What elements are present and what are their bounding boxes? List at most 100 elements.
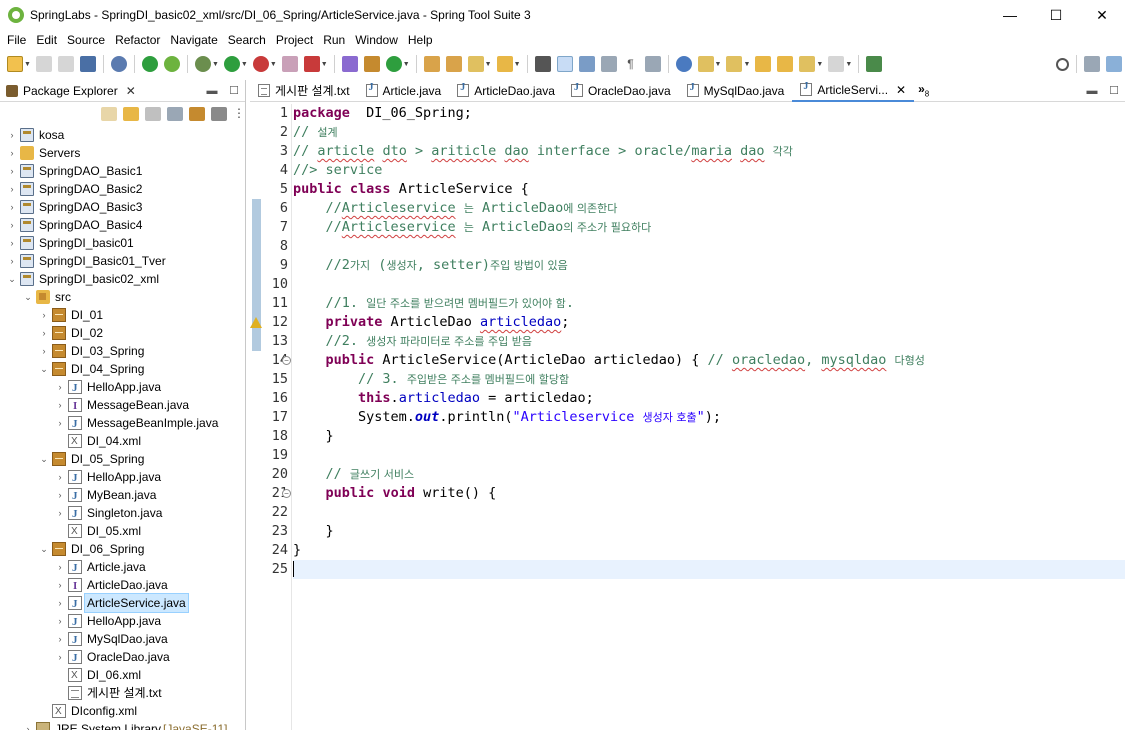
dropdown-arrow-icon[interactable]: ▼ xyxy=(24,61,31,68)
toggle-breadcrumb-icon[interactable] xyxy=(534,56,551,72)
dropdown-arrow-icon[interactable]: ▼ xyxy=(321,61,328,68)
menu-edit[interactable]: Edit xyxy=(31,30,62,50)
collapsed-arrow-icon[interactable]: › xyxy=(54,576,66,594)
code-line[interactable]: } xyxy=(293,522,1125,541)
editor-tab[interactable]: Article.java xyxy=(358,80,450,102)
tree-item[interactable]: › Singleton.java xyxy=(0,504,245,523)
menu-source[interactable]: Source xyxy=(62,30,110,50)
code-line[interactable]: public ArticleService(ArticleDao article… xyxy=(293,351,1125,370)
menu-navigate[interactable]: Navigate xyxy=(165,30,222,50)
coverage-icon[interactable] xyxy=(303,56,320,72)
tree-item[interactable]: › HelloApp.java xyxy=(0,612,245,631)
warning-icon[interactable] xyxy=(250,317,262,329)
expanded-arrow-icon[interactable]: ⌄ xyxy=(38,450,50,468)
tree-item[interactable]: › MySqlDao.java xyxy=(0,630,245,649)
menu-help[interactable]: Help xyxy=(403,30,438,50)
collapsed-arrow-icon[interactable]: › xyxy=(54,504,66,522)
close-tab-icon[interactable]: ✕ xyxy=(896,83,906,97)
pin-editor-icon[interactable] xyxy=(866,56,883,72)
save-icon[interactable] xyxy=(35,56,52,72)
minimize-view-icon[interactable]: ▬ xyxy=(201,80,223,102)
maximize-editor-icon[interactable]: ☐ xyxy=(1103,80,1125,102)
tree-item[interactable]: › SpringDI_basic01 xyxy=(0,234,245,252)
mark-occurrences-icon[interactable] xyxy=(556,56,573,72)
word-wrap-icon[interactable] xyxy=(600,56,617,72)
expanded-arrow-icon[interactable]: ⌄ xyxy=(38,540,50,558)
editor-tab[interactable]: ArticleDao.java xyxy=(449,80,563,102)
editor-tab[interactable]: ArticleServi... ✕ xyxy=(792,79,915,102)
collapsed-arrow-icon[interactable]: › xyxy=(6,234,18,252)
expanded-arrow-icon[interactable]: ⌄ xyxy=(6,270,18,288)
tree-item[interactable]: › DI_01 xyxy=(0,306,245,324)
collapsed-arrow-icon[interactable]: › xyxy=(6,162,18,180)
dropdown-arrow-icon[interactable]: ▼ xyxy=(845,61,852,68)
tree-item[interactable]: › HelloApp.java xyxy=(0,468,245,487)
minimize-button[interactable]: — xyxy=(987,0,1033,30)
tree-item[interactable]: › MyBean.java xyxy=(0,486,245,505)
collapsed-arrow-icon[interactable]: › xyxy=(54,414,66,432)
collapsed-arrow-icon[interactable]: › xyxy=(54,396,66,414)
tree-item[interactable]: ⌄ DI_04_Spring xyxy=(0,360,245,378)
collapse-all-icon[interactable] xyxy=(167,107,183,121)
code-line[interactable]: // article dto > ariticle dao interface … xyxy=(293,142,1125,161)
source-code[interactable]: package DI_06_Spring;// 설계// article dto… xyxy=(293,104,1125,579)
new-file-icon[interactable] xyxy=(7,56,23,72)
back-icon[interactable] xyxy=(799,56,816,72)
code-line[interactable] xyxy=(293,275,1125,294)
tree-item[interactable]: › MessageBean.java xyxy=(0,396,245,415)
editor-tab[interactable]: MySqlDao.java xyxy=(679,80,793,102)
code-line[interactable]: public void write() { xyxy=(293,484,1125,503)
code-line[interactable]: //Articleservice 는 ArticleDao의 주소가 필요하다 xyxy=(293,218,1125,237)
view-menu-icon[interactable]: ⋮ xyxy=(233,107,245,121)
code-line[interactable] xyxy=(293,503,1125,522)
show-whitespace-icon[interactable]: ¶ xyxy=(622,56,639,72)
terminal-icon[interactable] xyxy=(79,56,96,72)
collapsed-arrow-icon[interactable]: › xyxy=(6,252,18,270)
run-icon[interactable] xyxy=(223,56,240,72)
collapsed-arrow-icon[interactable]: › xyxy=(38,324,50,342)
collapsed-arrow-icon[interactable]: › xyxy=(54,648,66,666)
collapsed-arrow-icon[interactable]: › xyxy=(22,720,34,730)
collapsed-arrow-icon[interactable]: › xyxy=(6,180,18,198)
open-type-icon[interactable] xyxy=(423,56,440,72)
java-perspective-icon[interactable] xyxy=(1106,56,1122,72)
collapsed-arrow-icon[interactable]: › xyxy=(6,126,18,144)
code-line[interactable]: System.out.println("Articleservice 생성자 호… xyxy=(293,408,1125,427)
tree-item[interactable]: ⌄ DI_06_Spring xyxy=(0,540,245,558)
forward-edit-icon[interactable] xyxy=(777,56,794,72)
code-line[interactable]: //> service xyxy=(293,161,1125,180)
collapsed-arrow-icon[interactable]: › xyxy=(54,558,66,576)
tree-item[interactable]: DI_04.xml xyxy=(0,432,245,451)
spring-icon[interactable] xyxy=(163,56,180,72)
tree-item[interactable]: › kosa xyxy=(0,126,245,144)
tree-item[interactable]: › ArticleService.java xyxy=(0,593,245,613)
new-java-project-icon[interactable] xyxy=(341,56,358,72)
open-task-icon[interactable] xyxy=(445,56,462,72)
code-line[interactable]: } xyxy=(293,427,1125,446)
fold-toggle-icon[interactable]: − xyxy=(282,356,291,365)
up-icon[interactable] xyxy=(145,107,161,121)
dropdown-arrow-icon[interactable]: ▼ xyxy=(403,61,410,68)
collapsed-arrow-icon[interactable]: › xyxy=(54,612,66,630)
search-tool-icon[interactable] xyxy=(467,56,484,72)
tree-item[interactable]: › SpringDAO_Basic3 xyxy=(0,198,245,216)
search-icon[interactable] xyxy=(1056,57,1069,71)
tree-item[interactable]: › SpringDI_Basic01_Tver xyxy=(0,252,245,270)
tree-item[interactable]: › SpringDAO_Basic1 xyxy=(0,162,245,180)
code-line[interactable]: // 설계 xyxy=(293,123,1125,142)
tree-item[interactable]: › HelloApp.java xyxy=(0,378,245,397)
code-line[interactable]: public class ArticleService { xyxy=(293,180,1125,199)
package-explorer-tab[interactable]: Package Explorer ✕ xyxy=(0,80,142,102)
tree-item[interactable]: ⌄ SpringDI_basic02_xml xyxy=(0,270,245,288)
code-line[interactable]: } xyxy=(293,541,1125,560)
dropdown-arrow-icon[interactable]: ▼ xyxy=(743,61,750,68)
debug-icon[interactable] xyxy=(194,56,211,72)
tree-item[interactable]: › Article.java xyxy=(0,558,245,577)
skip-breakpoints-icon[interactable] xyxy=(110,56,127,72)
collapsed-arrow-icon[interactable]: › xyxy=(54,486,66,504)
code-line[interactable]: // 글쓰기 서비스 xyxy=(293,465,1125,484)
code-line[interactable]: //Articleservice 는 ArticleDao에 의존한다 xyxy=(293,199,1125,218)
code-line[interactable]: // 3. 주입받은 주소를 멤버필드에 할당함 xyxy=(293,370,1125,389)
code-line[interactable]: private ArticleDao articledao; xyxy=(293,313,1125,332)
editor-tab[interactable]: 게시판 설계.txt xyxy=(250,80,358,102)
